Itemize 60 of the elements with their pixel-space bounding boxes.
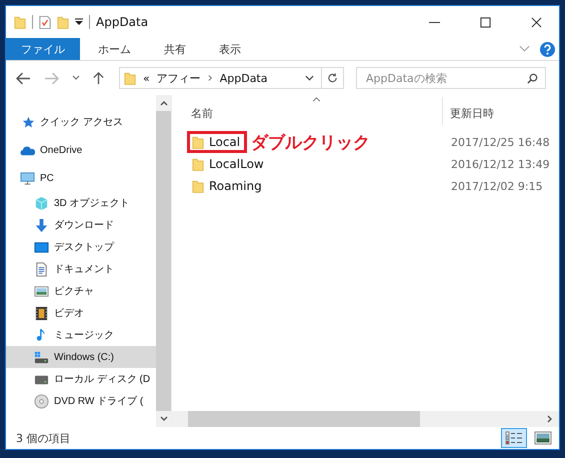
scrollbar[interactable] (172, 411, 559, 427)
sidebar-item[interactable]: Windows (C:) (6, 346, 156, 368)
film-icon (34, 306, 49, 320)
sidebar-item[interactable]: ローカル ディスク (D (6, 368, 156, 390)
breadcrumb[interactable]: AppData (220, 72, 268, 84)
disc-icon (34, 394, 49, 408)
sidebar-item[interactable]: クイック アクセス (6, 108, 156, 136)
dropdown-icon[interactable] (75, 18, 83, 26)
down-arrow-icon (34, 218, 49, 232)
properties-icon[interactable] (39, 14, 51, 30)
details-view-button[interactable] (501, 428, 527, 448)
annotation-text: ダブルクリック (251, 132, 370, 154)
up-arrow-icon[interactable] (91, 72, 106, 84)
table-cell-text: 2016/12/12 13:49 (450, 158, 550, 170)
status-text: 3 個の項目 (16, 430, 70, 446)
table-cell-text: 2017/12/02 9:15 (450, 180, 543, 192)
help-icon[interactable] (540, 42, 555, 56)
sidebar-item[interactable]: OneDrive (6, 136, 156, 164)
screen-icon (34, 240, 49, 254)
breadcrumb[interactable]: アフィー (156, 70, 201, 86)
sidebar-item[interactable]: ミュージック (6, 324, 156, 346)
search-icon (527, 72, 538, 84)
back-arrow-icon[interactable] (16, 72, 31, 84)
chevron-right-icon[interactable] (208, 74, 213, 82)
chevron-down-icon[interactable] (305, 75, 314, 81)
chevron-down-icon[interactable] (72, 75, 80, 81)
sidebar-item[interactable]: ダウンロード (6, 214, 156, 236)
search-field[interactable]: AppDataの検索 (364, 70, 527, 86)
folder-icon (192, 134, 204, 150)
sidebar-item[interactable]: ドキュメント (6, 258, 156, 280)
drive-icon (34, 350, 49, 364)
landscape-icon (34, 284, 49, 298)
cube-icon (34, 196, 49, 210)
search-box[interactable]: AppDataの検索 (356, 67, 546, 89)
sidebar-item[interactable]: DVD RW ドライブ ( (6, 390, 156, 412)
folder-icon (124, 70, 136, 86)
sidebar-item[interactable]: ビデオ (6, 302, 156, 324)
window-title: AppData (96, 15, 148, 29)
address-bar[interactable]: « アフィー AppData (119, 67, 344, 89)
table-cell-text: 2017/12/25 16:48 (450, 136, 550, 148)
scroll-up-icon[interactable] (160, 100, 168, 106)
monitor-icon (20, 170, 35, 186)
ribbon-tab[interactable]: ファイル (6, 38, 80, 60)
close-icon[interactable] (531, 16, 542, 28)
file-name[interactable]: Local (209, 135, 240, 149)
scroll-right-icon[interactable] (547, 415, 553, 423)
maximize-icon[interactable] (480, 16, 491, 28)
sidebar-item[interactable]: 3D オブジェクト (6, 192, 156, 214)
sidebar-item[interactable]: デスクトップ (6, 236, 156, 258)
sidebar-item[interactable]: PC (6, 164, 156, 192)
star-icon (20, 114, 35, 130)
file-name[interactable]: LocalLow (209, 157, 264, 171)
file-name[interactable]: Roaming (209, 179, 262, 193)
scrollbar[interactable] (156, 95, 171, 427)
folder-icon (192, 156, 204, 172)
sidebar-item[interactable]: ピクチャ (6, 280, 156, 302)
overflow-marker[interactable]: « (143, 72, 150, 84)
folder-icon (192, 178, 204, 194)
document-icon (34, 262, 49, 276)
scroll-down-icon[interactable] (160, 416, 168, 422)
